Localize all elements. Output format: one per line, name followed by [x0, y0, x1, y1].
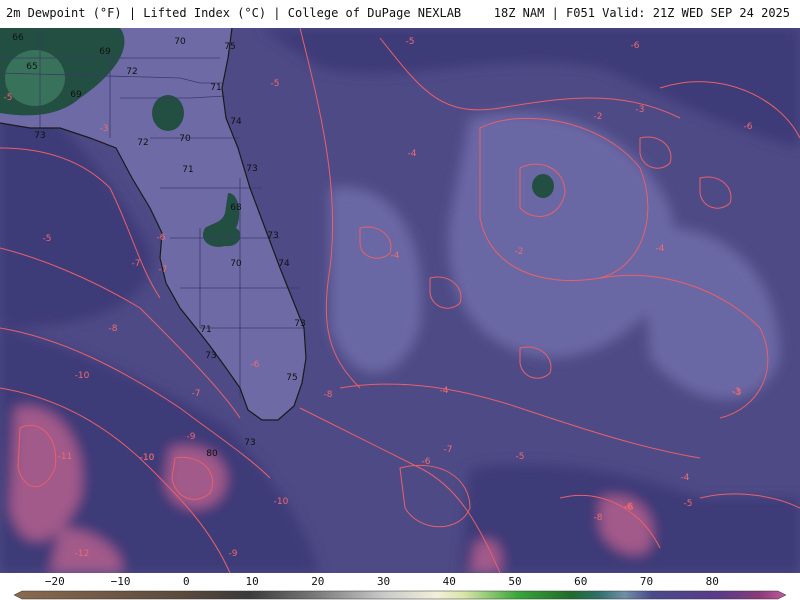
- lifted-index-label: -7: [132, 259, 141, 269]
- title-bar: 2m Dewpoint (°F) | Lifted Index (°C) | C…: [0, 0, 800, 28]
- dewpoint-label: 70: [230, 259, 242, 269]
- dewpoint-label: 68: [230, 203, 242, 213]
- lifted-index-label: -6: [631, 41, 640, 51]
- legend-tick-label: 0: [183, 575, 190, 588]
- lifted-index-label: -5: [4, 93, 13, 103]
- lifted-index-label: -7: [159, 265, 168, 275]
- map-canvas: 68 66 65 69 70 72 75 71 69 73 72 70 74 71 73 68 73 70 74 73…: [0, 28, 800, 573]
- dewpoint-label: 75: [286, 373, 297, 383]
- lifted-index-label: -9: [229, 549, 238, 559]
- dewpoint-label: 71: [210, 83, 221, 93]
- lifted-index-label: -4: [408, 149, 417, 159]
- legend-tick-label: 20: [311, 575, 325, 588]
- dewpoint-label: 72: [126, 67, 137, 77]
- legend-tick-label: −10: [110, 575, 131, 588]
- lifted-index-label: -4: [391, 251, 400, 261]
- dewpoint-label: 71: [200, 325, 211, 335]
- lifted-index-label: -6: [157, 233, 166, 243]
- dewpoint-label: 71: [182, 165, 193, 175]
- legend-tick-label: 80: [705, 575, 719, 588]
- dewpoint-label: 69: [99, 47, 111, 57]
- legend-tick-label: 30: [376, 575, 391, 588]
- dewpoint-label: 65: [26, 62, 37, 72]
- legend-tick-label: 50: [508, 575, 522, 588]
- lifted-index-label: -2: [594, 112, 603, 122]
- legend-tick-label: 60: [574, 575, 588, 588]
- lifted-index-label: -9: [187, 432, 196, 442]
- lifted-index-label: -2: [515, 247, 524, 257]
- lifted-index-label: -3: [100, 124, 109, 134]
- lifted-index-label: -8: [324, 390, 333, 400]
- lifted-index-label: -3: [733, 388, 742, 398]
- lifted-index-label: -10: [75, 371, 90, 381]
- dewpoint-label: 70: [179, 134, 191, 144]
- lifted-index-label: -6: [625, 503, 634, 513]
- lifted-index-label: -5: [684, 499, 693, 509]
- dewpoint-label: 80: [206, 449, 218, 459]
- legend-tick-label: 10: [245, 575, 259, 588]
- model-run-info: 18Z NAM | F051 Valid: 21Z WED SEP 24 202…: [493, 6, 790, 20]
- lifted-index-label: -10: [140, 453, 155, 463]
- dewpoint-label: 73: [205, 351, 216, 361]
- dewpoint-label: 70: [174, 37, 186, 47]
- dewpoint-label: 66: [12, 33, 24, 43]
- lifted-index-label: -5: [43, 234, 52, 244]
- lifted-index-label: -6: [251, 360, 260, 370]
- lifted-index-label: -7: [192, 389, 201, 399]
- lifted-index-label: -8: [109, 324, 118, 334]
- lifted-index-label: -5: [516, 452, 525, 462]
- dewpoint-label: 68: [79, 28, 91, 29]
- lifted-index-label: -6: [744, 122, 753, 132]
- legend-tick-label: −20: [44, 575, 65, 588]
- dewpoint-label: 75: [224, 42, 235, 52]
- lifted-index-label: -10: [274, 497, 289, 507]
- lifted-index-label: -8: [594, 513, 603, 523]
- color-legend: −20 −10 0 10 20 30 40 50 60 70 80: [0, 573, 800, 600]
- lifted-index-label: -4: [440, 386, 449, 396]
- dewpoint-label: 73: [244, 438, 255, 448]
- weather-map[interactable]: 68 66 65 69 70 72 75 71 69 73 72 70 74 71 73 68 73 70 74 73…: [0, 28, 800, 573]
- dewpoint-label: 73: [34, 131, 45, 141]
- lifted-index-label: -5: [271, 79, 280, 89]
- legend-tick-label: 40: [442, 575, 456, 588]
- lifted-index-label: -11: [58, 452, 73, 462]
- lifted-index-label: -12: [75, 549, 90, 559]
- lifted-index-label: -4: [656, 244, 665, 254]
- lifted-index-label: -3: [636, 105, 645, 115]
- lifted-index-label: -7: [444, 445, 453, 455]
- lifted-index-label: -4: [681, 473, 690, 483]
- dewpoint-label: 72: [137, 138, 148, 148]
- dewpoint-label: 74: [230, 117, 242, 127]
- dewpoint-label: 69: [70, 90, 82, 100]
- dewpoint-label: 73: [246, 164, 257, 174]
- legend-tick-label: 70: [639, 575, 654, 588]
- lifted-index-label: -6: [422, 457, 431, 467]
- dewpoint-label: 73: [267, 231, 278, 241]
- lifted-index-label: -5: [406, 37, 415, 47]
- dewpoint-label: 74: [278, 259, 290, 269]
- product-title: 2m Dewpoint (°F) | Lifted Index (°C) | C…: [6, 6, 462, 20]
- dewpoint-label: 73: [294, 319, 305, 329]
